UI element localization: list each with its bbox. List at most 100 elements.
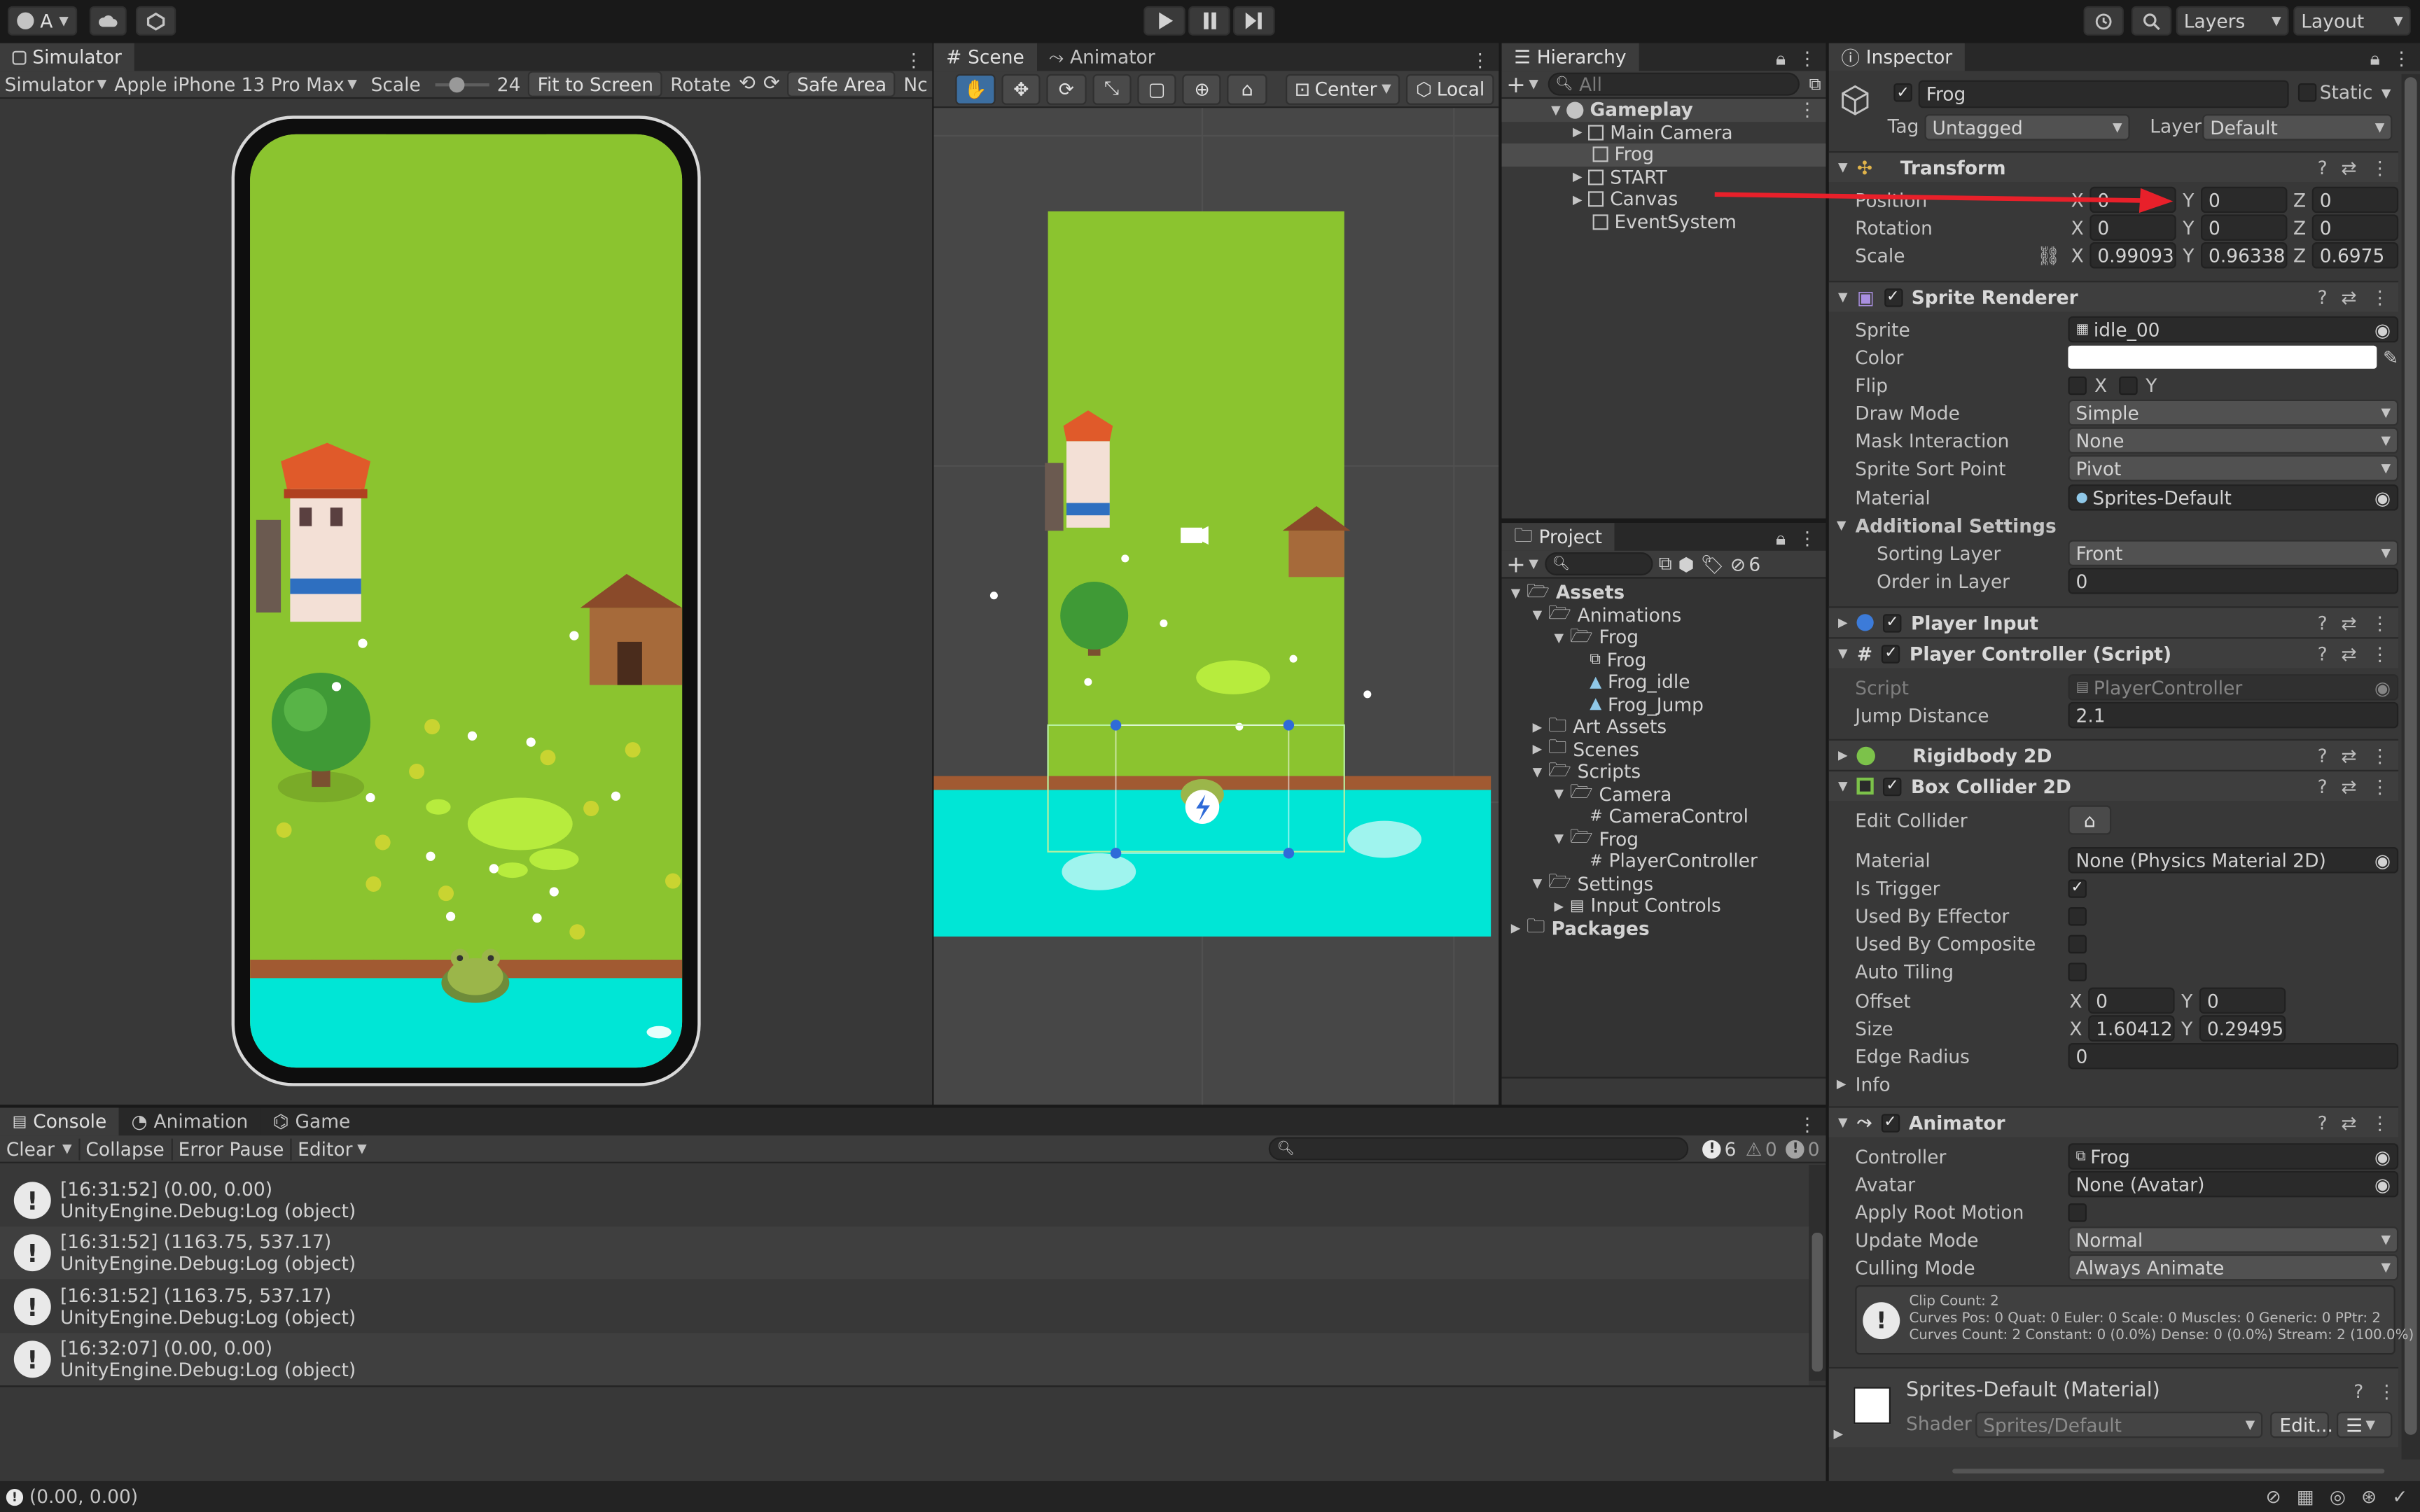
info-foldout[interactable]: ▶ Info — [1837, 1071, 2398, 1097]
rotation-label[interactable]: Rotation — [1855, 217, 2068, 239]
expand-arrow-icon[interactable]: ▼ — [1838, 1116, 1848, 1130]
debug-off-icon[interactable]: ⊘ — [2266, 1486, 2281, 1508]
tree-item-packages[interactable]: ▶ 🗀 Packages — [1502, 916, 1826, 939]
tab-simulator[interactable]: Simulator — [0, 43, 134, 71]
expand-arrow-icon[interactable]: ▼ — [1555, 631, 1564, 645]
component-menu-icon[interactable]: ⋮ — [2370, 643, 2388, 664]
preset-icon[interactable]: ⇄ — [2341, 643, 2356, 664]
project-search-input[interactable]: 🔍︎ — [1544, 552, 1653, 576]
animator-header[interactable]: ▼ ⤳ ✓ Animator ? ⇄ ⋮ — [1828, 1106, 2399, 1138]
rotate-right-icon[interactable]: ⟳ — [763, 73, 780, 96]
expand-arrow-icon[interactable]: ▶ — [1555, 899, 1564, 913]
edge-radius-field[interactable]: 0 — [2068, 1042, 2399, 1070]
tree-item-camera-control[interactable]: # CameraControl — [1502, 806, 1826, 828]
simulator-mode-dropdown[interactable]: Simulator ▼ — [5, 74, 107, 95]
log-entry[interactable]: ! [16:31:52] (1163.75, 537.17) UnityEngine… — [0, 1226, 1809, 1280]
tree-item-animations[interactable]: ▼ 🗁 Animations — [1502, 602, 1826, 626]
scale-y-field[interactable]: 0.963387 — [2201, 242, 2288, 269]
item-menu-icon[interactable]: ⋮ — [1798, 99, 1826, 121]
scale-tool-button[interactable]: ⤡ — [1092, 73, 1132, 104]
link-icon[interactable]: ⛓︎ — [2037, 244, 2061, 266]
expand-arrow-icon[interactable]: ▼ — [1838, 160, 1848, 174]
jump-distance-label[interactable]: Jump Distance — [1855, 704, 2068, 726]
history-button[interactable] — [2083, 6, 2124, 36]
tab-scene[interactable]: # Scene — [933, 43, 1037, 71]
shader-menu-button[interactable]: ☰ ▼ — [2336, 1411, 2393, 1438]
tag-icon[interactable]: 🏷︎ — [1700, 553, 1724, 575]
tree-item-frog[interactable]: Frog — [1501, 143, 1826, 166]
expand-arrow-icon[interactable]: ▶ — [1837, 1077, 1847, 1091]
warning-count-toggle[interactable]: ⚠ 0 — [1741, 1138, 1781, 1160]
expand-arrow-icon[interactable]: ▼ — [1838, 647, 1848, 661]
object-picker-icon[interactable]: ◉ — [2374, 849, 2391, 871]
component-menu-icon[interactable]: ⋮ — [2370, 744, 2388, 766]
sprite-field[interactable]: ▦ idle_00 ◉ — [2068, 316, 2399, 343]
log-entry[interactable]: ! [16:32:07] (0.00, 0.00) UnityEngine.Debu… — [0, 1333, 1809, 1386]
tab-inspector[interactable]: ⓘ Inspector — [1828, 43, 1965, 71]
fit-to-screen-button[interactable]: Fit to Screen — [528, 71, 663, 97]
scale-slider-thumb[interactable] — [448, 76, 464, 92]
offset-x-field[interactable]: 0 — [2088, 987, 2175, 1014]
tab-animation[interactable]: ◔ Animation — [118, 1107, 260, 1136]
edit-shader-button[interactable]: Edit... — [2270, 1411, 2333, 1438]
search-by-label-icon[interactable]: ⬢ — [1678, 553, 1695, 575]
order-field[interactable]: 0 — [2068, 568, 2399, 594]
component-menu-icon[interactable]: ⋮ — [2370, 1112, 2388, 1133]
component-menu-icon[interactable]: ⋮ — [2370, 776, 2388, 797]
collider-material-field[interactable]: None (Physics Material 2D) ◉ — [2068, 847, 2399, 874]
account-dropdown[interactable]: A ▼ — [8, 6, 78, 36]
draw-mode-dropdown[interactable]: Simple ▼ — [2068, 399, 2399, 426]
preset-icon[interactable]: ⇄ — [2341, 1112, 2356, 1133]
edge-radius-label[interactable]: Edge Radius — [1855, 1045, 2068, 1067]
transform-header[interactable]: ▼ ✣ Transform ? ⇄ ⋮ — [1828, 150, 2399, 183]
tab-hierarchy[interactable]: ☰ Hierarchy — [1501, 43, 1639, 71]
lock-icon[interactable]: 🔒︎ — [1776, 48, 1786, 71]
log-count-toggle[interactable]: ! 6 — [1698, 1138, 1741, 1159]
tab-game[interactable]: ⌬ Game — [260, 1107, 363, 1136]
size-x-field[interactable]: 1.604122 — [2088, 1015, 2175, 1042]
cloud-button[interactable] — [89, 6, 127, 36]
layout-dropdown[interactable]: Layout ▼ — [2293, 6, 2411, 36]
help-icon[interactable]: ? — [2318, 612, 2328, 634]
log-entry[interactable]: ! [16:31:52] (1163.75, 537.17) UnityEngine… — [0, 1280, 1809, 1334]
object-picker-icon[interactable]: ◉ — [2374, 486, 2391, 508]
hidden-packages-toggle[interactable]: ⊘ 6 — [1730, 553, 1760, 575]
help-icon[interactable]: ? — [2318, 776, 2328, 797]
panel-menu-icon[interactable]: ⋮ — [1470, 50, 1498, 71]
expand-arrow-icon[interactable]: ▶ — [1838, 748, 1848, 762]
expand-arrow-icon[interactable]: ▶ — [1838, 615, 1848, 629]
log-entry[interactable]: ! [16:31:52] (0.00, 0.00) UnityEngine.Debu… — [0, 1174, 1809, 1227]
preset-icon[interactable]: ⇄ — [2341, 286, 2356, 308]
color-swatch[interactable] — [2068, 345, 2377, 369]
edit-collider-button[interactable]: ⌂ — [2068, 805, 2112, 835]
preset-icon[interactable]: ⇄ — [2341, 157, 2356, 178]
mask-dropdown[interactable]: None ▼ — [2068, 427, 2399, 454]
flip-y-checkbox[interactable] — [2119, 375, 2139, 395]
auto-generate-icon[interactable]: ⊛ — [2361, 1486, 2377, 1508]
help-icon[interactable]: ? — [2318, 157, 2328, 178]
panel-menu-icon[interactable]: ⋮ — [2392, 48, 2410, 71]
expand-arrow-icon[interactable]: ▶ — [1573, 192, 1583, 206]
preset-icon[interactable]: ⇄ — [2341, 612, 2356, 634]
rotation-x-field[interactable]: 0 — [2089, 214, 2176, 241]
help-icon[interactable]: ? — [2318, 286, 2328, 308]
scale-label[interactable]: Scale — [1855, 244, 2068, 266]
expand-arrow-icon[interactable]: ▼ — [1555, 788, 1564, 802]
used-by-composite-checkbox[interactable] — [2068, 934, 2087, 953]
create-dropdown[interactable]: + ▼ — [1506, 551, 1538, 577]
expand-arrow-icon[interactable]: ▶ — [1573, 170, 1583, 184]
position-y-field[interactable]: 0 — [2201, 186, 2288, 214]
rigidbody-header[interactable]: ▶ Rigidbody 2D ? ⇄ ⋮ — [1828, 738, 2399, 770]
progress-icon[interactable]: ◎ — [2330, 1486, 2346, 1508]
flip-x-checkbox[interactable] — [2068, 375, 2087, 395]
create-dropdown[interactable]: + ▼ — [1506, 71, 1538, 97]
tree-item-frog-idle[interactable]: ▲ Frog_idle — [1502, 671, 1826, 694]
collapse-toggle[interactable]: Collapse — [80, 1138, 172, 1160]
static-checkbox[interactable] — [2297, 83, 2317, 102]
player-controller-header[interactable]: ▼ # ✓ Player Controller (Script) ? ⇄ ⋮ — [1828, 637, 2399, 668]
panel-menu-icon[interactable]: ⋮ — [905, 50, 933, 71]
hierarchy-search-input[interactable]: 🔍︎ All — [1548, 72, 1800, 96]
component-enabled-checkbox[interactable]: ✓ — [1884, 288, 1903, 307]
scene-visibility-icon[interactable]: ⧉ — [1809, 74, 1821, 95]
tree-item-main-camera[interactable]: ▶ Main Camera — [1502, 121, 1826, 144]
